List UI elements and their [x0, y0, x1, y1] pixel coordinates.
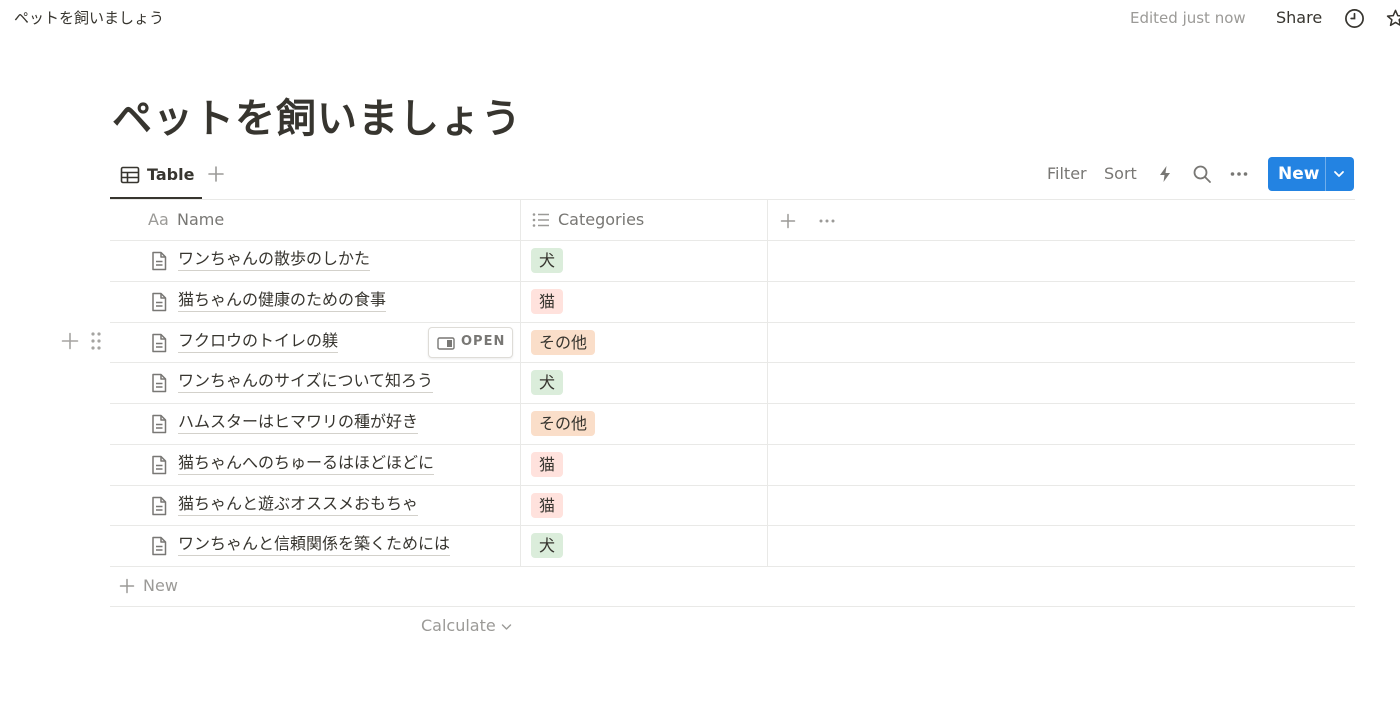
- chevron-down-icon[interactable]: [1332, 167, 1346, 181]
- filter-button[interactable]: Filter: [1047, 164, 1087, 183]
- document-icon: [152, 373, 167, 393]
- column-header-categories[interactable]: Categories: [558, 210, 644, 229]
- document-icon: [152, 496, 167, 516]
- document-icon: [152, 414, 167, 434]
- open-button-label: OPEN: [461, 334, 506, 349]
- new-button[interactable]: New: [1268, 157, 1354, 191]
- drag-handle-icon[interactable]: [90, 330, 102, 352]
- row-title[interactable]: ハムスターはヒマワリの種が好き: [178, 412, 419, 434]
- search-icon[interactable]: [1192, 164, 1212, 184]
- category-tag[interactable]: 犬: [531, 370, 564, 395]
- table-row[interactable]: ワンちゃんのサイズについて知ろう 犬: [110, 363, 1355, 403]
- row-title[interactable]: ワンちゃんと信頼関係を築くためには: [178, 534, 451, 556]
- add-view-icon[interactable]: [206, 164, 226, 184]
- tab-label: Table: [147, 165, 195, 184]
- lightning-icon[interactable]: [1155, 164, 1175, 184]
- document-icon: [152, 292, 167, 312]
- share-button[interactable]: Share: [1276, 8, 1322, 27]
- add-row-icon[interactable]: [60, 331, 80, 351]
- table-row[interactable]: 猫ちゃんと遊ぶオススメおもちゃ 猫: [110, 486, 1355, 526]
- document-icon: [152, 251, 167, 271]
- new-row-button[interactable]: New: [143, 576, 178, 595]
- table-row[interactable]: フクロウのトイレの躾 その他 OPEN: [110, 323, 1355, 363]
- category-tag[interactable]: 犬: [531, 248, 564, 273]
- more-icon[interactable]: [818, 212, 836, 230]
- row-title[interactable]: 猫ちゃんと遊ぶオススメおもちゃ: [178, 494, 419, 516]
- new-button-divider: [1325, 157, 1326, 191]
- plus-icon[interactable]: [119, 578, 135, 594]
- add-column-icon[interactable]: [779, 212, 797, 230]
- table-row[interactable]: ハムスターはヒマワリの種が好き その他: [110, 404, 1355, 444]
- category-tag[interactable]: 犬: [531, 533, 564, 558]
- calculate-button[interactable]: Calculate: [421, 616, 496, 635]
- table-top-border: [110, 199, 1355, 200]
- category-tag[interactable]: 猫: [531, 452, 564, 477]
- table-row[interactable]: ワンちゃんと信頼関係を築くためには 犬: [110, 526, 1355, 566]
- row-title[interactable]: ワンちゃんのサイズについて知ろう: [178, 371, 434, 393]
- category-tag[interactable]: 猫: [531, 493, 564, 518]
- sort-button[interactable]: Sort: [1104, 164, 1137, 183]
- document-icon: [152, 333, 167, 353]
- clock-icon[interactable]: [1344, 8, 1365, 29]
- new-button-label: New: [1278, 164, 1320, 184]
- category-tag[interactable]: その他: [531, 411, 596, 436]
- category-tag[interactable]: その他: [531, 330, 596, 355]
- category-tag[interactable]: 猫: [531, 289, 564, 314]
- side-peek-icon: [437, 337, 455, 350]
- edited-status: Edited just now: [1130, 9, 1246, 27]
- more-icon[interactable]: [1229, 164, 1249, 184]
- breadcrumb[interactable]: ペットを飼いましょう: [14, 7, 164, 28]
- document-icon: [152, 455, 167, 475]
- row-title[interactable]: 猫ちゃんへのちゅーるはほどほどに: [178, 453, 435, 475]
- topbar: ペットを飼いましょう Edited just now Share: [0, 0, 1400, 36]
- star-icon[interactable]: [1385, 8, 1400, 29]
- row-title[interactable]: 猫ちゃんの健康のための食事: [178, 290, 387, 312]
- row-title[interactable]: ワンちゃんの散歩のしかた: [178, 249, 371, 271]
- table-bottom-border: [110, 566, 1355, 567]
- row-title[interactable]: フクロウのトイレの躾: [178, 331, 339, 353]
- text-aa-icon: Aa: [148, 210, 169, 229]
- new-row-bottom-border: [110, 606, 1355, 607]
- chevron-down-icon[interactable]: [501, 623, 512, 631]
- page-title[interactable]: ペットを飼いましょう: [112, 86, 522, 144]
- tab-table[interactable]: Table: [110, 153, 202, 199]
- table-row[interactable]: ワンちゃんの散歩のしかた 犬: [110, 241, 1355, 281]
- column-header-name[interactable]: Name: [177, 210, 224, 229]
- list-icon: [532, 213, 549, 227]
- document-icon: [152, 536, 167, 556]
- table-row[interactable]: 猫ちゃんへのちゅーるはほどほどに 猫: [110, 445, 1355, 485]
- table-icon: [120, 166, 140, 184]
- table-row[interactable]: 猫ちゃんの健康のための食事 猫: [110, 282, 1355, 322]
- open-button[interactable]: OPEN: [428, 327, 513, 358]
